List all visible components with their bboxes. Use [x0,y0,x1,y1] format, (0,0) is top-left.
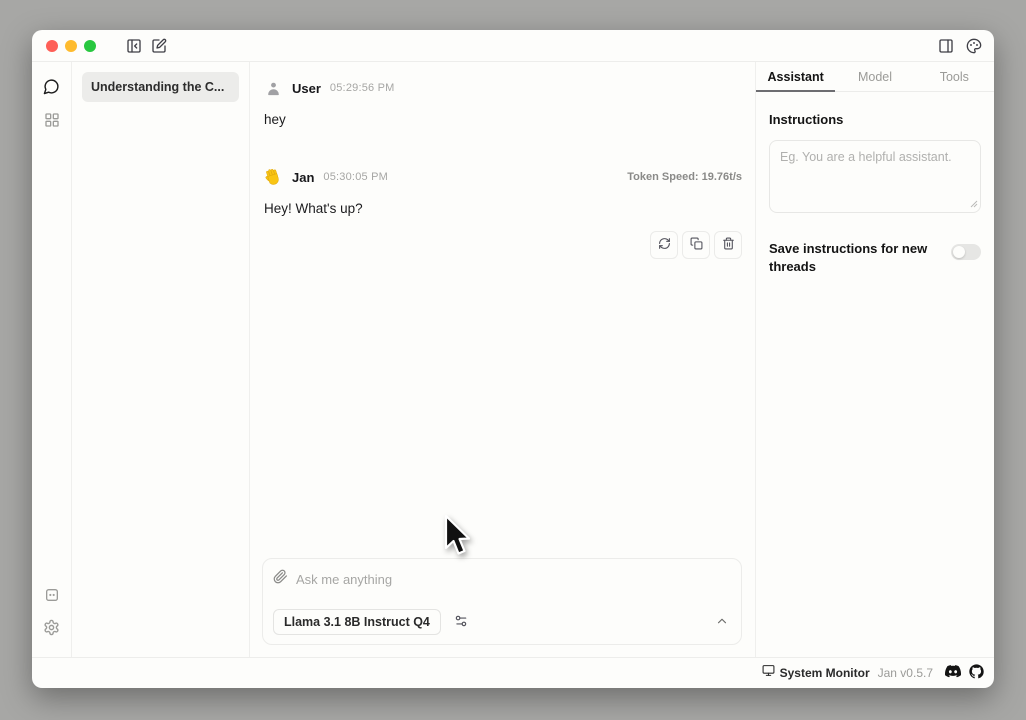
traffic-lights [46,40,96,52]
instructions-textarea[interactable] [769,140,981,213]
toggle-right-panel-button[interactable] [938,38,954,54]
user-avatar-icon [263,78,283,98]
panel-right-icon [938,38,954,54]
app-window: Understanding the C... User 05:29:56 PM … [32,30,994,688]
toggle-left-panel-button[interactable] [126,38,142,54]
edit-pen-icon [151,38,167,54]
status-bar: System Monitor Jan v0.5.7 [32,657,994,688]
message-author: User [292,81,321,96]
close-window-button[interactable] [46,40,58,52]
monitor-icon [762,664,775,682]
new-thread-button[interactable] [151,38,167,54]
model-settings-button[interactable] [448,609,474,635]
panel-left-icon [126,38,142,54]
tab-tools[interactable]: Tools [915,62,994,91]
message-timestamp: 05:30:05 PM [323,171,388,183]
tab-model[interactable]: Model [835,62,914,91]
regenerate-button[interactable] [650,231,678,259]
waving-hand-icon [263,167,283,187]
tab-assistant[interactable]: Assistant [756,62,835,91]
api-server-icon [44,587,60,606]
thread-title: Understanding the C... [91,80,224,94]
message-user: User 05:29:56 PM hey [263,78,742,127]
icon-rail [32,62,72,657]
prompt-input[interactable] [296,572,731,587]
thread-list-item[interactable]: Understanding the C... [82,72,239,102]
copy-icon [690,237,703,253]
discord-icon [945,665,961,681]
gear-icon [43,619,60,639]
sliders-icon [454,614,468,631]
model-selector-button[interactable]: Llama 3.1 8B Instruct Q4 [273,609,441,635]
message-list: User 05:29:56 PM hey [250,62,755,558]
settings-button[interactable] [38,615,66,643]
token-speed: Token Speed: 19.76t/s [627,171,742,183]
local-api-server-button[interactable] [38,582,66,610]
message-assistant: Jan 05:30:05 PM Token Speed: 19.76t/s He… [263,167,742,259]
discord-link[interactable] [945,665,961,681]
hub-nav-button[interactable] [38,107,66,135]
save-instructions-toggle[interactable] [951,244,981,260]
delete-button[interactable] [714,231,742,259]
thread-list: Understanding the C... [72,62,250,657]
grid-icon [44,112,60,131]
theme-button[interactable] [966,38,982,54]
paperclip-icon[interactable] [273,569,288,589]
threads-nav-button[interactable] [38,74,66,102]
instructions-label: Instructions [769,112,981,127]
minimize-window-button[interactable] [65,40,77,52]
chat-input-container: Llama 3.1 8B Instruct Q4 [262,558,742,645]
chat-bubble-icon [43,78,60,98]
chat-area: User 05:29:56 PM hey [250,62,755,657]
app-version: Jan v0.5.7 [878,666,933,680]
system-monitor-button[interactable]: System Monitor [762,664,870,682]
collapse-input-button[interactable] [715,614,731,631]
message-text: hey [264,112,742,127]
right-panel-tabs: Assistant Model Tools [756,62,994,92]
save-instructions-label: Save instructions for new threads [769,240,941,275]
message-actions [263,231,742,259]
chevron-up-icon [715,614,729,631]
zoom-window-button[interactable] [84,40,96,52]
system-monitor-label: System Monitor [780,666,870,680]
message-timestamp: 05:29:56 PM [330,82,395,94]
copy-button[interactable] [682,231,710,259]
right-panel: Assistant Model Tools Instructions Save … [755,62,994,657]
refresh-icon [658,237,671,253]
palette-icon [966,38,982,54]
message-text: Hey! What's up? [264,201,742,216]
github-link[interactable] [969,664,984,682]
trash-icon [722,237,735,253]
titlebar [32,30,994,62]
github-icon [969,664,984,682]
message-author: Jan [292,170,314,185]
